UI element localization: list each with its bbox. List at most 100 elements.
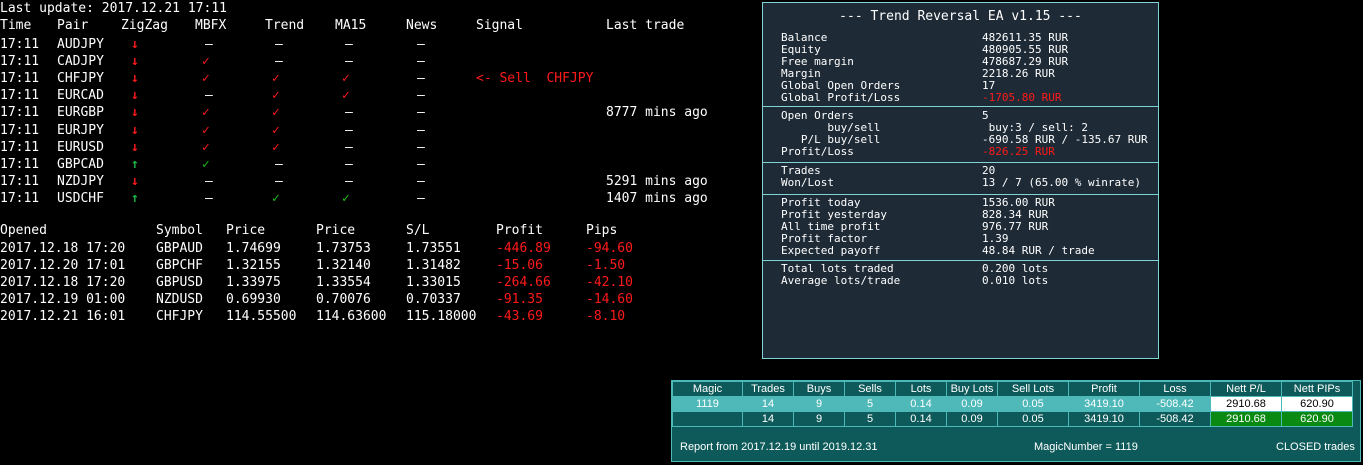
zigzag-down-arrow-icon: ↓ bbox=[131, 122, 139, 138]
stats-cell: 0.14 bbox=[895, 396, 947, 412]
closed-trades-label: CLOSED trades bbox=[1276, 441, 1355, 453]
stats-cell: Buy Lots bbox=[946, 381, 998, 397]
news-dash: – bbox=[417, 173, 425, 189]
mbfx-check-icon: ✓ bbox=[202, 122, 210, 138]
order-cell: 1.31482 bbox=[406, 258, 461, 273]
order-col-header: S/L bbox=[406, 223, 430, 238]
order-cell: -91.35 bbox=[496, 292, 543, 307]
zigzag-down-arrow-icon: ↓ bbox=[131, 88, 139, 104]
zigzag-down-arrow-icon: ↓ bbox=[131, 105, 139, 121]
stats-cell: 1119 bbox=[672, 396, 743, 412]
report-range: Report from 2017.12.19 until 2019.12.31 bbox=[680, 441, 878, 453]
zigzag-down-arrow-icon: ↓ bbox=[131, 139, 139, 155]
news-dash: – bbox=[417, 122, 425, 138]
ma15-dash: – bbox=[345, 105, 353, 121]
order-cell: 0.70337 bbox=[406, 292, 461, 307]
order-cell: -264.66 bbox=[496, 275, 551, 290]
order-cell: -43.69 bbox=[496, 309, 543, 324]
col-header: News bbox=[406, 18, 438, 33]
order-cell: 2017.12.20 17:01 bbox=[0, 258, 126, 273]
stats-cell: 620.90 bbox=[1281, 411, 1353, 427]
stats-cell: 0.14 bbox=[895, 411, 947, 427]
order-cell: 2017.12.18 17:20 bbox=[0, 241, 126, 256]
mbfx-check-icon: ✓ bbox=[202, 71, 210, 87]
news-dash: – bbox=[417, 139, 425, 155]
trend-dash: – bbox=[275, 173, 283, 189]
trend-check-icon: ✓ bbox=[272, 105, 280, 121]
news-dash: – bbox=[417, 105, 425, 121]
stats-cell: Lots bbox=[895, 381, 947, 397]
stats-cell: 9 bbox=[793, 411, 845, 427]
col-header: MA15 bbox=[335, 18, 367, 33]
col-header: Trend bbox=[265, 18, 305, 33]
order-cell: 2017.12.18 17:20 bbox=[0, 275, 126, 290]
order-cell: GBPCHF bbox=[156, 258, 203, 273]
news-dash: – bbox=[417, 156, 425, 172]
stats-cell: 0.05 bbox=[997, 396, 1069, 412]
col-header: Pair bbox=[57, 18, 89, 33]
order-cell: -94.60 bbox=[586, 241, 633, 256]
stats-cell: Profit bbox=[1068, 381, 1140, 397]
ma15-dash: – bbox=[345, 122, 353, 138]
order-cell: -446.89 bbox=[496, 241, 551, 256]
stats-cell: 3419.10 bbox=[1068, 411, 1140, 427]
news-dash: – bbox=[417, 71, 425, 87]
separator bbox=[763, 106, 1158, 107]
stats-row: 14 9 5 0.14 0.09 0.05 3419.10 -508.42 2910.68 620… bbox=[672, 411, 1353, 427]
trend-check-icon: ✓ bbox=[272, 88, 280, 104]
zigzag-down-arrow-icon: ↓ bbox=[131, 173, 139, 189]
ea-value: 48.84 RUR / trade bbox=[982, 244, 1095, 257]
cell-time: 17:11 bbox=[0, 122, 40, 138]
trend-dash: – bbox=[275, 54, 283, 70]
stats-row: Magic Trades Buys Sells Lots Buy Lots Sell Lot… bbox=[672, 381, 1353, 397]
cell-time: 17:11 bbox=[0, 37, 40, 52]
ea-value: 0.010 lots bbox=[982, 274, 1049, 287]
cell-time: 17:11 bbox=[0, 156, 40, 172]
stats-cell bbox=[672, 411, 743, 427]
cell-pair: NZDJPY bbox=[57, 173, 104, 189]
cell-pair: AUDJPY bbox=[57, 37, 104, 52]
ea-info-panel: --- Trend Reversal EA v1.15 --- Balance 4… bbox=[762, 2, 1159, 359]
stats-cell: 620.90 bbox=[1281, 396, 1353, 412]
trend-dash: – bbox=[275, 37, 283, 52]
zigzag-up-arrow-icon: ↑ bbox=[131, 156, 139, 172]
ea-value: -1705.80 RUR bbox=[982, 91, 1062, 104]
last-update: Last update: 2017.12.21 17:11 bbox=[0, 1, 227, 16]
cell-pair: EURCAD bbox=[57, 88, 104, 104]
order-cell: 1.73551 bbox=[406, 241, 461, 256]
zigzag-down-arrow-icon: ↓ bbox=[131, 37, 139, 52]
stats-cell: 0.05 bbox=[997, 411, 1069, 427]
zigzag-down-arrow-icon: ↓ bbox=[131, 71, 139, 87]
mbfx-check-icon: ✓ bbox=[202, 156, 210, 172]
order-cell: NZDUSD bbox=[156, 292, 203, 307]
mbfx-dash: – bbox=[205, 37, 213, 52]
magic-number: MagicNumber = 1119 bbox=[1034, 441, 1138, 453]
order-cell: 1.33554 bbox=[316, 275, 371, 290]
ma15-dash: – bbox=[345, 173, 353, 189]
mbfx-check-icon: ✓ bbox=[202, 105, 210, 121]
col-header: ZigZag bbox=[121, 18, 168, 33]
trend-check-icon: ✓ bbox=[272, 71, 280, 87]
stats-table: Magic Trades Buys Sells Lots Buy Lots Sell Lot… bbox=[672, 381, 1353, 427]
trend-check-icon: ✓ bbox=[272, 122, 280, 138]
zigzag-up-arrow-icon: ↑ bbox=[131, 190, 139, 206]
stats-cell: Sell Lots bbox=[997, 381, 1069, 397]
stats-cell: 0.09 bbox=[946, 411, 998, 427]
order-col-header: Pips bbox=[586, 223, 618, 238]
ma15-dash: – bbox=[345, 139, 353, 155]
ma15-dash: – bbox=[345, 54, 353, 70]
trend-check-icon: ✓ bbox=[272, 139, 280, 155]
order-cell: 1.32140 bbox=[316, 258, 371, 273]
col-header: Last trade bbox=[606, 18, 685, 33]
order-col-header: Symbol bbox=[156, 223, 203, 238]
col-header: MBFX bbox=[195, 18, 227, 33]
mbfx-dash: – bbox=[205, 88, 213, 104]
trend-dash: – bbox=[275, 156, 283, 172]
ma15-check-icon: ✓ bbox=[342, 88, 350, 104]
cell-pair: EURJPY bbox=[57, 122, 104, 138]
stats-cell: Nett P/L bbox=[1210, 381, 1282, 397]
order-cell: 2017.12.21 16:01 bbox=[0, 309, 126, 324]
ea-title: --- Trend Reversal EA v1.15 --- bbox=[839, 9, 1082, 24]
order-cell: -1.50 bbox=[586, 258, 626, 273]
col-header: Signal bbox=[476, 18, 523, 33]
